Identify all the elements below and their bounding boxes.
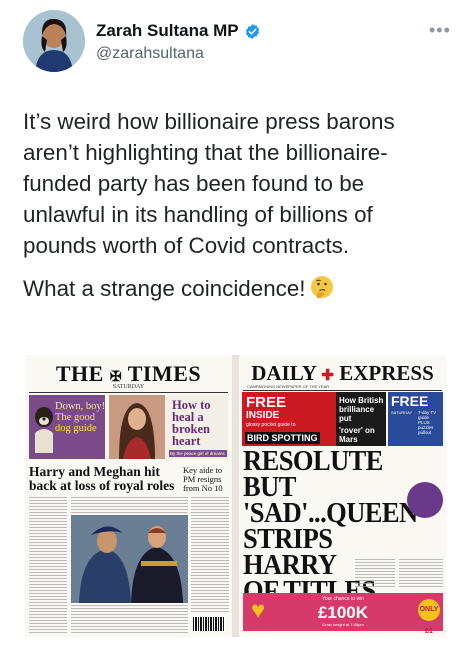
puff-line: The good bbox=[55, 412, 95, 423]
free-label: FREE bbox=[391, 393, 429, 409]
express-masthead-left: DAILY bbox=[251, 361, 317, 385]
tweet-line: funded party has been found to be bbox=[23, 171, 365, 196]
times-headline: Harry and Meghan hit back at loss of roy… bbox=[29, 464, 175, 493]
newspaper-image[interactable]: THE ✠ TIMES SATURDAY Down, boy! The good… bbox=[25, 355, 446, 637]
inside-small: glossy pocket guide to bbox=[246, 422, 296, 428]
express-masthead-right: EXPRESS bbox=[339, 361, 434, 385]
avatar[interactable] bbox=[23, 10, 85, 72]
royal-couple-photo-icon bbox=[71, 515, 188, 603]
mars-top: How British brilliance put bbox=[339, 396, 384, 423]
profile-photo-icon bbox=[23, 10, 85, 72]
queen-photo-icon bbox=[407, 482, 443, 518]
puff-line: heart bbox=[172, 434, 201, 448]
crusader-icon: ✚ bbox=[321, 368, 334, 384]
headline-line: RESOLUTE BUT bbox=[243, 446, 383, 503]
body-text-column bbox=[399, 559, 443, 589]
times-puff-heart-sub: By the peace girl of dreams bbox=[169, 450, 227, 457]
tweet-line: aren’t highlighting that the billionaire… bbox=[23, 140, 388, 165]
express-free-inside-puff: FREE INSIDE glossy pocket guide to BIRD … bbox=[242, 392, 336, 446]
times-puff-dog-text: Down, boy! The good dog guide bbox=[55, 401, 107, 434]
tweet-header: Zarah Sultana MP @zarahsultana ••• bbox=[23, 10, 463, 74]
dog-icon bbox=[35, 407, 53, 453]
bird-spotting-label: BIRD SPOTTING bbox=[245, 432, 320, 444]
tweet-closing-line: What a strange coincidence! bbox=[23, 273, 463, 304]
times-side-story: Key aide to PM resigns from No 10 bbox=[183, 465, 223, 493]
more-options-icon[interactable]: ••• bbox=[429, 20, 451, 41]
tv-guide-label: 7-day TV guide PLUS puzzles pullout bbox=[418, 410, 437, 435]
times-masthead-right: TIMES bbox=[127, 361, 202, 386]
times-front-page: THE ✠ TIMES SATURDAY Down, boy! The good… bbox=[25, 355, 232, 637]
barcode-icon bbox=[193, 617, 225, 631]
tweet-line: unlawful in its handling of billions of bbox=[23, 202, 373, 227]
inside-label: INSIDE bbox=[246, 410, 280, 421]
puff-line: Down, boy! bbox=[55, 401, 106, 412]
crest-icon: ✠ bbox=[109, 370, 123, 385]
author-name[interactable]: Zarah Sultana MP bbox=[96, 21, 239, 41]
divider bbox=[243, 390, 442, 391]
verified-badge-icon bbox=[245, 23, 259, 39]
divider bbox=[29, 392, 228, 393]
thinking-face-emoji-icon bbox=[310, 276, 333, 298]
express-subtitle: CAMPAIGNING NEWSPAPER OF THE YEAR bbox=[247, 384, 330, 389]
tweet-line: pounds worth of Covid contracts. bbox=[23, 233, 350, 258]
body-text-column bbox=[71, 605, 188, 633]
tweet-line: It’s weird how billionaire press barons bbox=[23, 109, 395, 134]
express-front-page: DAILY ✚ EXPRESS CAMPAIGNING NEWSPAPER OF… bbox=[239, 355, 446, 637]
tweet-body: It’s weird how billionaire press barons … bbox=[23, 106, 463, 304]
author-name-row: Zarah Sultana MP bbox=[96, 21, 261, 41]
express-free-tv-puff: FREE SATURDAY 7-day TV guide PLUS puzzle… bbox=[388, 392, 443, 446]
free-label: FREE bbox=[246, 394, 287, 411]
times-puff-heart-text: How to heal a broken heart bbox=[172, 399, 228, 448]
woman-photo-icon bbox=[109, 395, 165, 459]
body-text-column bbox=[355, 559, 395, 589]
author-handle[interactable]: @zarahsultana bbox=[96, 45, 204, 63]
saturday-label: SATURDAY bbox=[391, 410, 413, 415]
lottery-bottom: Draw tonight at 7:45pm bbox=[322, 622, 364, 627]
tweet-closing-text: What a strange coincidence! bbox=[23, 276, 306, 301]
express-lottery-banner: ♥ Your chance to win £100K Draw tonight … bbox=[243, 593, 443, 635]
express-mars-puff: How British brilliance put 'rover' on Ma… bbox=[336, 392, 386, 446]
body-text-column bbox=[71, 497, 188, 513]
body-text-column bbox=[191, 497, 229, 613]
lottery-badge: ONLY £1 bbox=[418, 599, 440, 635]
times-day: SATURDAY bbox=[112, 384, 145, 390]
times-masthead-left: THE bbox=[55, 361, 104, 386]
lottery-top: Your chance to win bbox=[321, 596, 365, 602]
express-masthead: DAILY ✚ EXPRESS bbox=[239, 361, 446, 386]
lottery-amount: £100K bbox=[317, 603, 369, 622]
puff-line: dog guide bbox=[55, 423, 97, 434]
heart-icon: ♥ bbox=[251, 597, 266, 624]
mars-bottom: 'rover' on Mars bbox=[339, 426, 375, 444]
body-text-column bbox=[29, 497, 67, 633]
